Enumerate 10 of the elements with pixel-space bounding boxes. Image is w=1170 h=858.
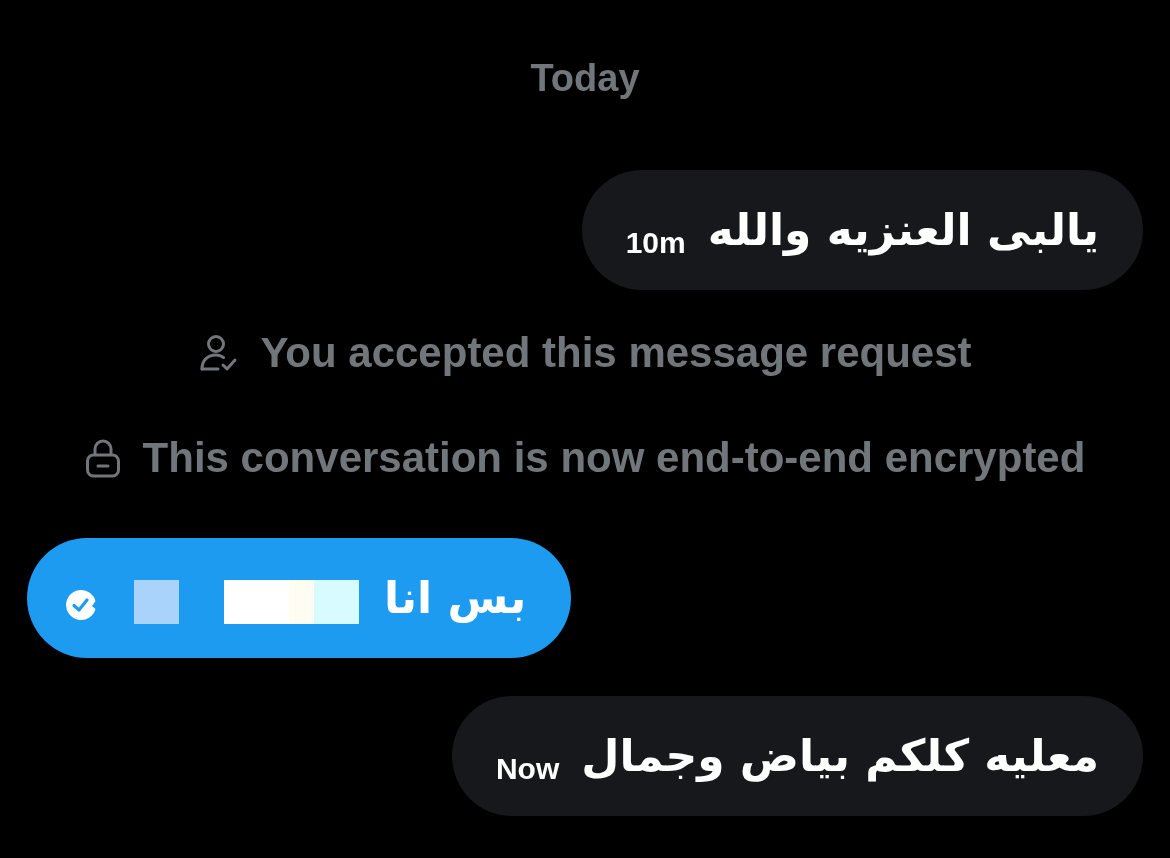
- lock-icon: [84, 438, 121, 478]
- message-timestamp: Now: [495, 751, 560, 787]
- message-timestamp: 10m: [625, 225, 686, 261]
- date-divider: Today: [530, 56, 640, 101]
- message-text: يالبى العنزيه والله: [707, 203, 1099, 258]
- message-text: معليه كلكم بياض وجمال: [581, 729, 1099, 784]
- notice-text: You accepted this message request: [260, 328, 972, 378]
- person-check-icon: [198, 333, 239, 373]
- message-text: بس انا: [384, 571, 527, 625]
- notice-text: This conversation is now end-to-end encrypted: [142, 433, 1086, 483]
